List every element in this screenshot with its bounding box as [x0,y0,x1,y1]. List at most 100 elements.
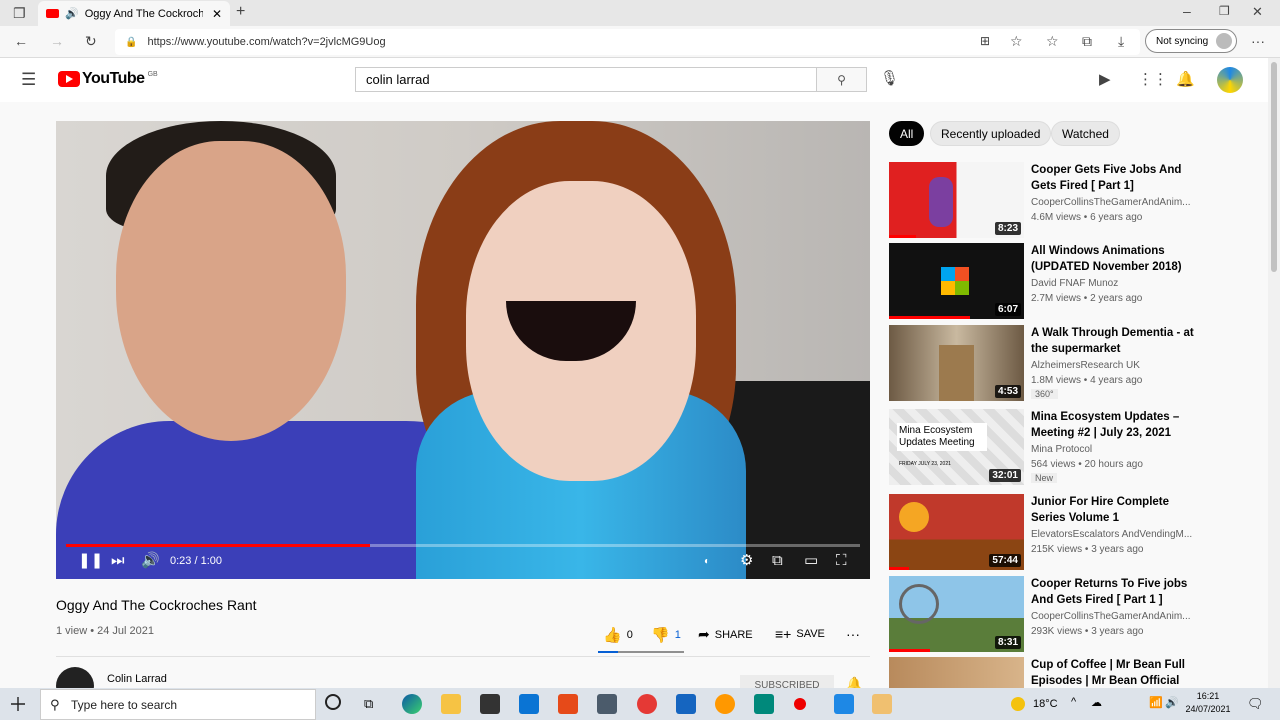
apps-icon[interactable]: ⋮⋮ [1138,70,1168,88]
thumbnail: 57:44 [889,494,1024,570]
speaker-icon[interactable]: 🔊 [65,7,79,20]
settings-gear-icon[interactable]: ⚙ [740,553,753,568]
browser-tab[interactable]: 🔊 Oggy And The Cockroches ✕ [38,1,230,26]
video-player[interactable]: ❚❚ ⏭ 🔊 0:23 / 1:00 ◐ ⚙ ⧉ ▭ ⛶ [56,121,870,579]
system-clock[interactable]: 16:21 24/07/2021 [1178,690,1238,716]
fullscreen-icon[interactable]: ⛶ [836,553,847,568]
taskbar-search-placeholder: Type here to search [71,697,178,712]
search-button[interactable]: ⚲ [816,67,867,92]
rec-channel: ElevatorsEscalators AndVendingM... [1031,529,1193,540]
menu-icon[interactable]: ☰ [21,70,36,90]
refresh-icon[interactable]: ↻ [85,34,97,48]
progress-bar[interactable] [66,544,860,547]
close-window-icon[interactable]: ✕ [1252,5,1263,18]
pause-icon[interactable]: ❚❚ [78,553,103,568]
onedrive-icon[interactable]: ☁ [1091,696,1102,709]
audio-icon[interactable] [715,694,735,714]
tab-actions-icon[interactable]: ❐ [13,6,26,20]
region-code: GB [147,70,158,78]
microphone-icon[interactable]: 🎙 [880,69,899,87]
youtube-logo[interactable]: YouTube GB [58,70,158,88]
minimize-icon[interactable]: – [1183,4,1191,18]
account-avatar[interactable] [1217,67,1243,93]
taskbar-search-input[interactable]: ⚲ Type here to search [40,689,316,720]
rec-title: All Windows Animations (UPDATED November… [1031,245,1182,273]
mail-icon[interactable] [519,694,539,714]
scrollbar-thumb[interactable] [1271,62,1277,272]
autoplay-toggle-icon[interactable]: ◐ [704,557,710,567]
recommendation-item[interactable]: 6:07 All Windows Animations (UPDATED Nov… [889,243,1199,319]
photos-icon[interactable] [676,694,696,714]
downloads-icon[interactable]: ⤓ [1118,34,1124,48]
recommendation-item[interactable]: 8:23 Cooper Gets Five Jobs And Gets Fire… [889,162,1199,238]
theater-mode-icon[interactable]: ▭ [804,553,818,568]
forward-icon[interactable]: → [50,34,64,48]
create-video-icon[interactable]: ▶ [1099,70,1111,88]
media-app-icon[interactable] [872,694,892,714]
maximize-icon[interactable]: ❐ [1219,5,1230,17]
tasks-app-icon[interactable] [754,694,774,714]
miniplayer-icon[interactable]: ⧉ [772,553,783,568]
rec-title: Mina Ecosystem Updates – Meeting #2 | Ju… [1031,411,1180,439]
youtube-play-icon [58,71,80,87]
video-frame [56,121,870,579]
vscode-icon[interactable] [834,694,854,714]
notifications-bell-icon[interactable]: 🔔 [1176,70,1195,88]
add-favorite-icon[interactable]: ☆ [1010,34,1023,48]
search-input[interactable]: colin larrad [355,67,816,92]
chip-recently-uploaded[interactable]: Recently uploaded [930,121,1052,146]
office-icon[interactable] [558,694,578,714]
duration: 57:44 [989,554,1021,567]
weather-icon[interactable] [1011,697,1025,711]
chip-all[interactable]: All [889,121,925,146]
progress-fill [66,544,371,547]
share-label: SHARE [714,628,753,641]
rec-views: 4.6M views • 6 years ago [1031,212,1143,223]
file-explorer-icon[interactable] [441,694,461,714]
recommendation-item[interactable]: 57:44 Junior For Hire Complete Series Vo… [889,494,1199,570]
like-button[interactable]: 👍 0 [603,626,633,644]
dislike-button[interactable]: 👎 1 [651,626,681,644]
recommendation-item[interactable]: 8:31 Cooper Returns To Five jobs And Get… [889,576,1199,652]
more-actions-icon[interactable]: ··· [846,626,860,642]
rec-title: Cooper Returns To Five jobs And Gets Fir… [1031,578,1188,606]
camera-icon[interactable] [597,694,617,714]
store-icon[interactable] [480,694,500,714]
next-icon[interactable]: ⏭ [111,553,125,568]
record-icon[interactable] [794,698,806,710]
back-icon[interactable]: ← [14,34,28,48]
barney-shape [929,177,953,227]
notifications-icon[interactable]: 🗨 [1247,696,1264,712]
channel-name[interactable]: Colin Larrad [107,673,167,685]
new-tab-icon[interactable]: + [236,4,245,20]
recommendation-item[interactable]: Mina Ecosystem Updates Meeting FRIDAY JU… [889,409,1199,485]
favorites-icon[interactable]: ☆ [1046,34,1059,48]
task-view-icon[interactable]: ⧉ [364,696,373,712]
recommendation-item[interactable]: Cup of Coffee | Mr Bean Full Episodes | … [889,657,1199,688]
share-button[interactable]: ➦ SHARE [698,626,753,643]
chip-watched[interactable]: Watched [1051,121,1120,146]
edge-icon[interactable] [402,694,422,714]
snip-icon[interactable] [637,694,657,714]
app-available-icon[interactable]: ⊞ [980,35,990,47]
save-button[interactable]: ≡+ SAVE [775,626,825,642]
rec-title: Cooper Gets Five Jobs And Gets Fired [ P… [1031,164,1182,192]
collections-icon[interactable]: ⧉ [1082,34,1092,48]
recommendation-item[interactable]: 4:53 A Walk Through Dementia - at the su… [889,325,1199,401]
time-display: 0:23 / 1:00 [170,555,222,567]
settings-more-icon[interactable]: ··· [1251,34,1265,48]
network-icon[interactable]: 📶 [1149,696,1163,709]
rec-views: 2.7M views • 2 years ago [1031,293,1143,304]
cortana-icon[interactable] [325,694,341,710]
tray-chevron-icon[interactable]: ^ [1071,696,1076,708]
video-person-face [116,141,346,441]
volume-tray-icon[interactable]: 🔊 [1165,696,1179,709]
sync-status-button[interactable]: Not syncing [1145,29,1237,53]
watched-bar [889,567,910,570]
volume-icon[interactable]: 🔊 [141,553,160,568]
lock-icon: 🔒 [125,36,138,48]
duration: 8:31 [994,636,1021,649]
temperature: 18°C [1033,698,1058,710]
close-tab-icon[interactable]: ✕ [212,7,222,21]
thumbnail: 8:31 [889,576,1024,652]
